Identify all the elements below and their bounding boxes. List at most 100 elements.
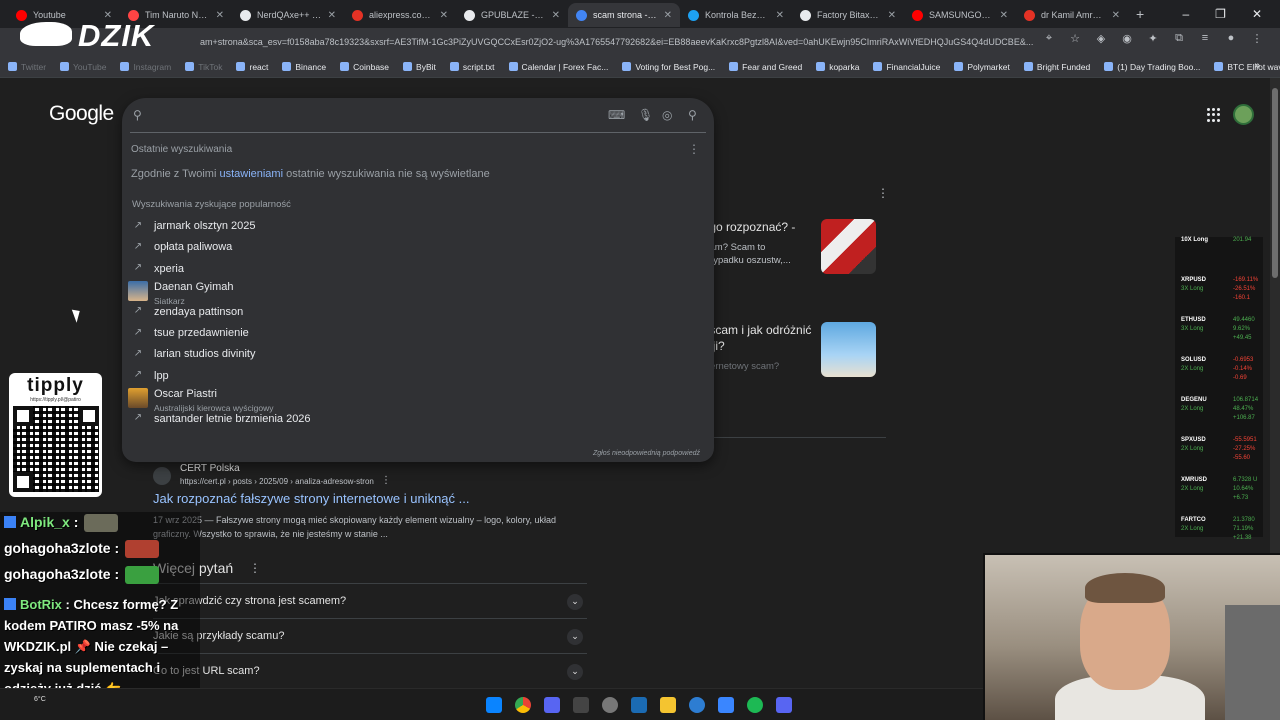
extensions-puzzle-icon[interactable]: ⧉ — [1172, 32, 1186, 45]
browser-tab[interactable]: SAMSUNGOWA C... ✕ — [904, 3, 1016, 27]
bookmark-item[interactable]: Binance — [282, 62, 326, 72]
browser-tab[interactable]: scam strona - Szu... ✕ — [568, 3, 680, 27]
bookmark-item[interactable]: Bright Funded — [1023, 62, 1090, 72]
bookmark-item[interactable]: FinancialJuice — [873, 62, 940, 72]
bookmark-item[interactable]: TikTok — [185, 62, 222, 72]
discord-icon[interactable] — [776, 697, 792, 713]
recent-options-icon[interactable]: ⋮ — [688, 142, 700, 156]
app-icon[interactable] — [689, 697, 705, 713]
chevron-down-icon[interactable]: ⌄ — [567, 629, 583, 645]
bookmark-item[interactable]: ByBit — [403, 62, 436, 72]
steam-icon[interactable] — [631, 697, 647, 713]
app-icon[interactable] — [573, 697, 589, 713]
location-icon[interactable]: ⌖ — [1042, 32, 1056, 45]
account-avatar[interactable] — [1233, 104, 1254, 125]
close-tab-icon[interactable]: ✕ — [888, 10, 896, 21]
settings-link[interactable]: ustawieniami — [219, 168, 283, 180]
bookmark-item[interactable]: react — [236, 62, 268, 72]
bookmark-item[interactable]: Fear and Greed — [729, 62, 802, 72]
card-thumbnail[interactable] — [821, 322, 876, 377]
bookmark-label: Binance — [295, 61, 327, 72]
suggestion-item[interactable]: ↗ jarmark olsztyn 2025 — [122, 215, 714, 235]
suggestion-item[interactable]: ↗ tsue przedawnienie — [122, 322, 714, 342]
profile-icon[interactable]: ● — [1224, 32, 1238, 45]
suggestion-item[interactable]: ↗ opłata paliwowa — [122, 236, 714, 256]
suggestion-item[interactable]: Oscar Piastri Australijski kierowca wyści… — [122, 386, 714, 413]
close-tab-icon[interactable]: ✕ — [664, 10, 672, 21]
close-tab-icon[interactable]: ✕ — [552, 10, 560, 21]
chrome-icon[interactable] — [515, 697, 531, 713]
browser-tab[interactable]: GPUBLAZE -- -75% ✕ — [456, 3, 568, 27]
result-options-icon[interactable]: ⋮ — [381, 475, 391, 486]
chevron-down-icon[interactable]: ⌄ — [567, 664, 583, 680]
bookmark-favicon-icon — [403, 62, 413, 71]
browser-tab[interactable]: NerdQAxe++ - S... ✕ — [232, 3, 344, 27]
keyboard-icon[interactable]: ⌨ — [608, 108, 625, 122]
google-logo[interactable]: Google — [49, 102, 114, 126]
minimize-icon[interactable]: – — [1182, 7, 1189, 21]
close-window-icon[interactable]: ✕ — [1252, 7, 1262, 21]
bookmark-item[interactable]: Instagram — [120, 62, 171, 72]
bookmark-item[interactable]: YouTube — [60, 62, 106, 72]
browser-tab[interactable]: Factory Bitaxe Ne... ✕ — [792, 3, 904, 27]
suggestion-item[interactable]: Daenan Gyimah Siatkarz — [122, 279, 714, 306]
bookmark-item[interactable]: Voting for Best Pog... — [622, 62, 715, 72]
more-options-icon[interactable]: ⋮ — [877, 186, 889, 200]
close-tab-icon[interactable]: ✕ — [440, 10, 448, 21]
report-suggestion-link[interactable]: Zgłoś nieodpowiednią podpowiedź — [593, 450, 700, 457]
bookmark-item[interactable]: Coinbase — [340, 62, 389, 72]
reading-list-icon[interactable]: ≡ — [1198, 32, 1212, 45]
extension-icon[interactable]: ◉ — [1120, 32, 1134, 45]
bookmark-item[interactable]: koparka — [816, 62, 859, 72]
folder-icon[interactable] — [660, 697, 676, 713]
bookmark-star-icon[interactable]: ☆ — [1068, 32, 1082, 45]
apps-grid-icon[interactable] — [1207, 108, 1221, 122]
app-icon[interactable] — [718, 697, 734, 713]
spotify-icon[interactable] — [747, 697, 763, 713]
browser-tab[interactable]: aliexpress.com/p/... ✕ — [344, 3, 456, 27]
more-bookmarks-icon[interactable]: » — [1254, 60, 1260, 71]
url-field[interactable]: am+strona&sca_esv=f0158aba78c19323&sxsrf… — [200, 32, 1070, 52]
search-input[interactable]: ⚲ ⌨ 🎙 ◎ ⚲ — [122, 98, 714, 132]
suggestion-item[interactable]: ↗ lpp — [122, 365, 714, 385]
bookmark-item[interactable]: Calendar | Forex Fac... — [508, 62, 608, 72]
suggestion-item[interactable]: ↗ santander letnie brzmienia 2026 — [122, 408, 714, 428]
new-tab-button[interactable]: + — [1136, 6, 1144, 22]
start-icon[interactable] — [486, 697, 502, 713]
search-submit-icon[interactable]: ⚲ — [688, 108, 697, 122]
browser-tab[interactable]: dr Kamil Amrah o... ✕ — [1016, 3, 1128, 27]
bookmark-item[interactable]: script.txt — [449, 62, 495, 72]
browser-tab[interactable]: Kontrola Bezpiecz... ✕ — [680, 3, 792, 27]
suggestion-item[interactable]: ↗ larian studios divinity — [122, 343, 714, 363]
bookmark-item[interactable]: Twitter — [8, 62, 46, 72]
close-tab-icon[interactable]: ✕ — [216, 10, 224, 21]
restore-icon[interactable]: ❐ — [1215, 7, 1226, 21]
bookmark-item[interactable]: Polymarket — [954, 62, 1010, 72]
menu-icon[interactable]: ⋮ — [1250, 32, 1264, 45]
google-lens-icon[interactable]: ◎ — [662, 108, 672, 122]
extension-icon[interactable]: ✦ — [1146, 32, 1160, 45]
close-tab-icon[interactable]: ✕ — [328, 10, 336, 21]
bookmark-item[interactable]: (1) Day Trading Boo... — [1104, 62, 1200, 72]
microphone-icon[interactable]: 🎙 — [638, 108, 653, 122]
close-tab-icon[interactable]: ✕ — [776, 10, 784, 21]
paa-question[interactable]: Jakie są przykłady scamu? ⌄ — [153, 618, 587, 652]
paa-question[interactable]: Jak sprawdzić czy strona jest scamem? ⌄ — [153, 583, 587, 617]
result-title-link[interactable]: Jak rozpoznać fałszywe strony internetow… — [153, 491, 469, 506]
suggestion-label: larian studios divinity — [154, 348, 256, 361]
paa-options-icon[interactable]: ⋮ — [249, 561, 261, 575]
obs-icon[interactable] — [602, 697, 618, 713]
discord-icon[interactable] — [544, 697, 560, 713]
suggestion-item[interactable]: ↗ xperia — [122, 258, 714, 278]
close-tab-icon[interactable]: ✕ — [1112, 10, 1120, 21]
ticker-symbol: SPXUSD — [1181, 437, 1206, 443]
bookmark-item[interactable]: BTC Elliot wave — [1214, 62, 1280, 72]
bookmark-favicon-icon — [8, 62, 17, 71]
suggestion-item[interactable]: ↗ zendaya pattinson — [122, 301, 714, 321]
chevron-down-icon[interactable]: ⌄ — [567, 594, 583, 610]
card-thumbnail[interactable] — [821, 219, 876, 274]
paa-question[interactable]: Co to jest URL scam? ⌄ — [153, 653, 587, 687]
close-tab-icon[interactable]: ✕ — [1000, 10, 1008, 21]
weather-widget[interactable]: 6°C — [34, 696, 46, 703]
extension-icon[interactable]: ◈ — [1094, 32, 1108, 45]
